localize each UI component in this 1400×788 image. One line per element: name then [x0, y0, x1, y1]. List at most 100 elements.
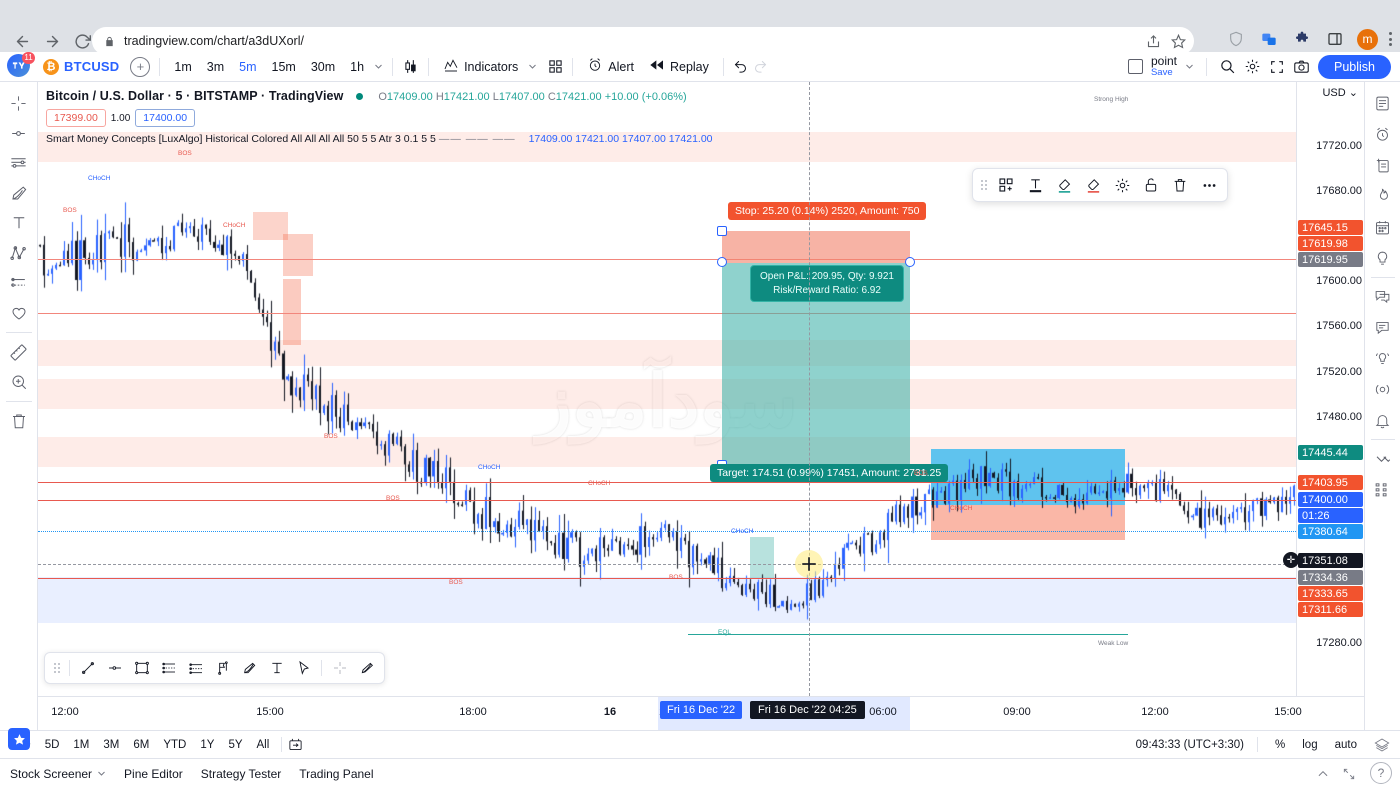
star-icon[interactable] — [1171, 33, 1186, 49]
magnifier-plus-icon[interactable] — [2, 367, 36, 397]
tradingview-logo[interactable]: 11 — [7, 52, 35, 79]
alert-button[interactable]: Alert — [582, 54, 639, 79]
favorite-star-icon[interactable] — [8, 728, 30, 750]
text-icon[interactable] — [264, 656, 289, 680]
add-symbol-button[interactable]: + — [130, 56, 151, 77]
interval-1m[interactable]: 1m — [169, 57, 196, 77]
unlock-icon[interactable] — [1137, 172, 1165, 198]
side-panel-icon[interactable] — [1324, 28, 1346, 50]
brush-icon[interactable] — [2, 178, 36, 208]
chevron-down-icon[interactable] — [1185, 62, 1194, 71]
search-icon[interactable] — [1219, 58, 1236, 75]
interval-30m[interactable]: 30m — [306, 57, 340, 77]
gear-icon[interactable] — [1244, 58, 1261, 75]
expand-panel-icon[interactable] — [1342, 767, 1356, 781]
time-scale[interactable]: 12:00 15:00 18:00 21:00 16 06:00 09:00 1… — [38, 696, 1364, 730]
arrow-cursor-icon[interactable] — [291, 656, 316, 680]
position-resize-handle-top[interactable] — [717, 226, 727, 236]
percent-scale-toggle[interactable]: % — [1271, 737, 1289, 753]
watchlist-icon[interactable] — [1367, 88, 1399, 119]
heart-icon[interactable] — [2, 298, 36, 328]
range-5y[interactable]: 5Y — [222, 736, 248, 754]
indicators-button[interactable]: Indicators — [438, 54, 523, 79]
add-template-icon[interactable] — [992, 172, 1020, 198]
grid-templates-icon[interactable] — [548, 59, 563, 74]
puzzle-icon[interactable] — [1291, 28, 1313, 50]
chevron-down-icon[interactable] — [374, 62, 383, 71]
date-range-icon[interactable] — [288, 737, 303, 752]
drawing-context-toolbar[interactable] — [972, 168, 1228, 202]
position-entry-handle-right[interactable] — [905, 257, 915, 267]
auto-scale-toggle[interactable]: auto — [1331, 737, 1361, 753]
lightbulb-broadcast-icon[interactable] — [1367, 343, 1399, 374]
target-label[interactable]: Target: 174.51 (0.99%) 17451, Amount: 27… — [710, 464, 949, 482]
grip-icon[interactable] — [977, 180, 991, 190]
order-buy-price[interactable]: 17400.00 — [135, 109, 196, 127]
fullscreen-icon[interactable] — [1269, 59, 1285, 75]
tab-strategy-tester[interactable]: Strategy Tester — [201, 767, 281, 781]
text-style-icon[interactable] — [1021, 172, 1049, 198]
chevron-down-icon[interactable] — [97, 767, 106, 781]
trash-icon[interactable] — [2, 406, 36, 436]
interval-15m[interactable]: 15m — [267, 57, 301, 77]
chart-plot[interactable]: سودآموز — [38, 82, 1296, 696]
tab-pine-editor[interactable]: Pine Editor — [124, 767, 183, 781]
forecast-icon[interactable] — [2, 268, 36, 298]
interval-3m[interactable]: 3m — [202, 57, 229, 77]
chevron-down-icon[interactable] — [528, 62, 537, 71]
shield-icon[interactable] — [1225, 28, 1247, 50]
broadcast-icon[interactable] — [1367, 374, 1399, 405]
xabcd-pattern-icon[interactable] — [2, 238, 36, 268]
candles-icon[interactable] — [402, 58, 419, 75]
brush-icon[interactable] — [237, 656, 262, 680]
crosshair-icon[interactable] — [2, 88, 36, 118]
undo-icon[interactable] — [733, 59, 748, 74]
range-6m[interactable]: 6M — [127, 736, 155, 754]
interval-1h[interactable]: 1h — [345, 57, 369, 77]
object-tree-icon[interactable] — [1367, 474, 1399, 505]
range-ytd[interactable]: YTD — [157, 736, 192, 754]
short-position-icon[interactable] — [183, 656, 208, 680]
forward-icon[interactable] — [38, 27, 66, 55]
floating-drawing-toolbar[interactable] — [44, 652, 385, 684]
eraser-icon[interactable] — [354, 656, 379, 680]
range-3m[interactable]: 3M — [97, 736, 125, 754]
horizontal-line-icon[interactable] — [102, 656, 127, 680]
flame-icon[interactable] — [1367, 181, 1399, 212]
kebab-menu-icon[interactable] — [1389, 32, 1392, 46]
camera-icon[interactable] — [1293, 58, 1310, 75]
tab-trading-panel[interactable]: Trading Panel — [299, 767, 373, 781]
translate-icon[interactable] — [1258, 28, 1280, 50]
data-window-icon[interactable] — [1367, 150, 1399, 181]
layout-icon[interactable] — [1127, 59, 1143, 74]
layers-icon[interactable] — [1374, 737, 1390, 753]
chat-bubbles-icon[interactable] — [1367, 281, 1399, 312]
long-position-icon[interactable] — [156, 656, 181, 680]
calendar-icon[interactable] — [1367, 212, 1399, 243]
chart-container[interactable]: سودآموز — [38, 82, 1364, 730]
crosshair-icon[interactable] — [327, 656, 352, 680]
share-icon[interactable] — [1146, 34, 1161, 49]
back-icon[interactable] — [8, 27, 36, 55]
position-entry-handle-left[interactable] — [717, 257, 727, 267]
gear-icon[interactable] — [1108, 172, 1136, 198]
flag-mark-icon[interactable] — [210, 656, 235, 680]
order-sell-price[interactable]: 17399.00 — [46, 109, 106, 127]
range-all[interactable]: All — [251, 736, 276, 754]
ellipsis-icon[interactable] — [1195, 172, 1223, 198]
paint-bucket-red-icon[interactable] — [1079, 172, 1107, 198]
grip-icon[interactable] — [50, 663, 64, 673]
range-1y[interactable]: 1Y — [194, 736, 220, 754]
redo-icon[interactable] — [753, 59, 768, 74]
trend-line-icon[interactable] — [75, 656, 100, 680]
tab-stock-screener[interactable]: Stock Screener — [10, 767, 106, 781]
position-stop-area[interactable] — [722, 231, 910, 263]
lightbulb-icon[interactable] — [1367, 243, 1399, 274]
text-icon[interactable] — [2, 208, 36, 238]
chevrons-icon[interactable] — [1367, 443, 1399, 474]
alarm-clock-icon[interactable] — [1367, 119, 1399, 150]
range-5d[interactable]: 5D — [39, 736, 66, 754]
currency-selector[interactable]: USD ⌄ — [1322, 86, 1358, 99]
message-icon[interactable] — [1367, 312, 1399, 343]
crosshair-price-icon[interactable]: ✛ — [1283, 552, 1299, 568]
